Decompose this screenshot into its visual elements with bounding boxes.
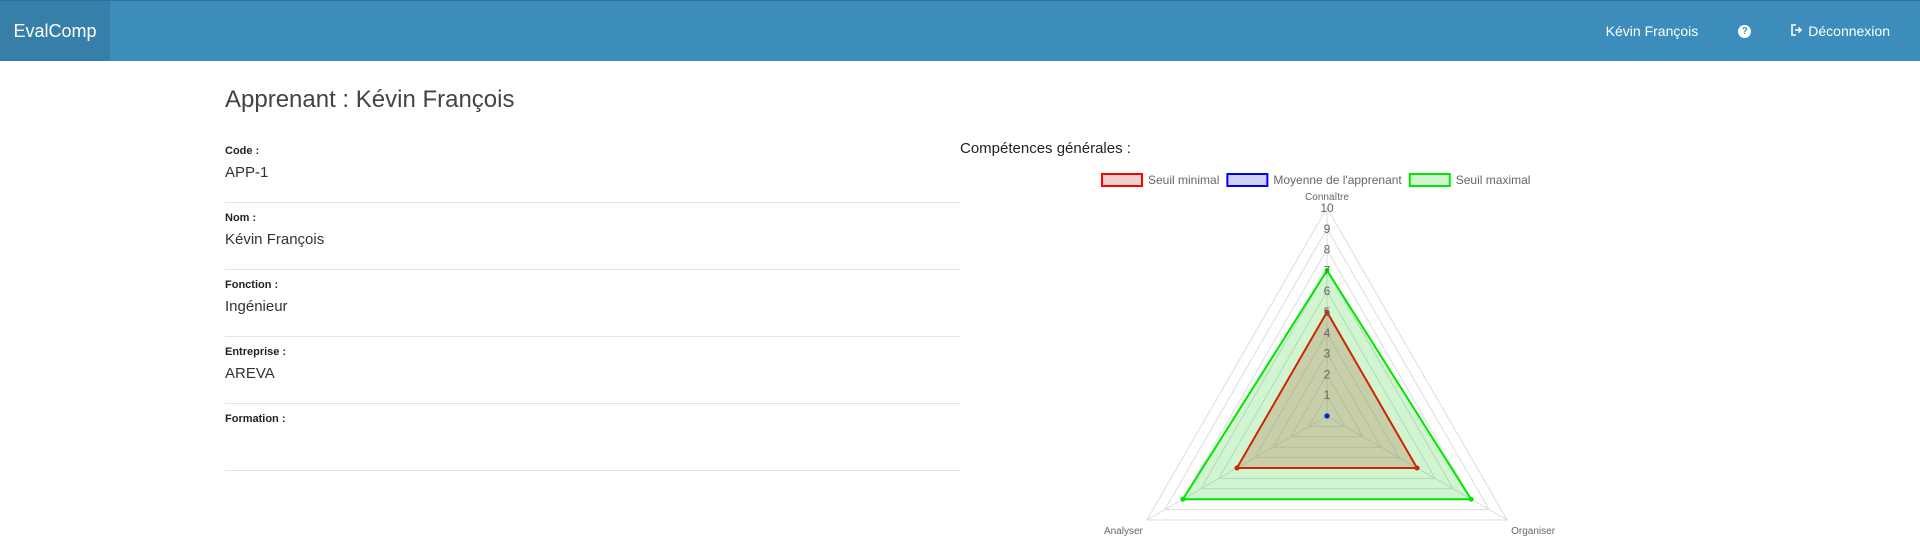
tick-label: 6	[1324, 284, 1331, 298]
tick-label: 2	[1324, 367, 1331, 381]
legend-label: Moyenne de l'apprenant	[1273, 173, 1402, 187]
field-code: Code : APP-1	[225, 136, 960, 203]
question-circle-icon: ?	[1738, 24, 1752, 38]
tick-label: 1	[1324, 388, 1331, 402]
logout-button[interactable]: Déconnexion	[1771, 1, 1920, 61]
legend-swatch	[1226, 173, 1269, 187]
help-button[interactable]: ?	[1718, 1, 1771, 61]
radar-chart: Seuil minimal Moyenne de l'apprenant Seuil…	[1101, 173, 1556, 537]
competences-chart-panel: Compétences générales : Seuil minimal Moy…	[960, 138, 1560, 538]
axis-label: Analyser	[1104, 526, 1144, 537]
tick-label: 5	[1324, 305, 1331, 319]
axis-label: Connaître	[1305, 192, 1349, 203]
field-value: Kévin François	[225, 231, 325, 248]
field-label: Formation :	[225, 413, 286, 425]
field-value: Ingénieur	[225, 298, 288, 315]
learner-details: Apprenant : Kévin François Code : APP-1 …	[225, 80, 960, 471]
legend-swatch	[1408, 173, 1451, 187]
tick-label: 3	[1324, 347, 1331, 361]
field-value	[225, 432, 960, 452]
brand-logo[interactable]: EvalComp	[0, 1, 110, 61]
field-label: Fonction :	[225, 279, 279, 291]
field-fonction: Fonction : Ingénieur	[225, 270, 960, 337]
top-navbar: EvalComp Kévin François ? Déconnexion	[0, 0, 1920, 61]
field-formation: Formation :	[225, 404, 960, 471]
tick-label: 10	[1320, 201, 1334, 215]
field-value: AREVA	[225, 365, 275, 382]
field-label: Entreprise :	[225, 346, 287, 358]
field-entreprise: Entreprise : AREVA	[225, 337, 960, 404]
tick-label: 4	[1324, 326, 1331, 340]
legend-swatch	[1101, 173, 1143, 187]
field-label: Code :	[225, 145, 260, 157]
tick-label: 9	[1324, 222, 1331, 236]
legend-label: Seuil minimal	[1148, 173, 1219, 187]
field-label: Nom :	[225, 212, 257, 224]
tick-label: 7	[1324, 263, 1331, 277]
tick-label: 8	[1324, 243, 1331, 257]
user-menu[interactable]: Kévin François	[1586, 1, 1719, 61]
data-point	[1180, 496, 1186, 502]
page-title: Apprenant : Kévin François	[225, 86, 515, 113]
sign-out-icon	[1791, 23, 1803, 39]
field-nom: Nom : Kévin François	[225, 203, 960, 270]
data-point	[1468, 496, 1474, 502]
axis-label: Organiser	[1511, 526, 1556, 537]
navbar-right-menu: Kévin François ? Déconnexion	[1586, 1, 1920, 61]
field-value: APP-1	[225, 164, 269, 181]
logout-label: Déconnexion	[1808, 23, 1890, 39]
legend-label: Seuil maximal	[1456, 173, 1531, 187]
